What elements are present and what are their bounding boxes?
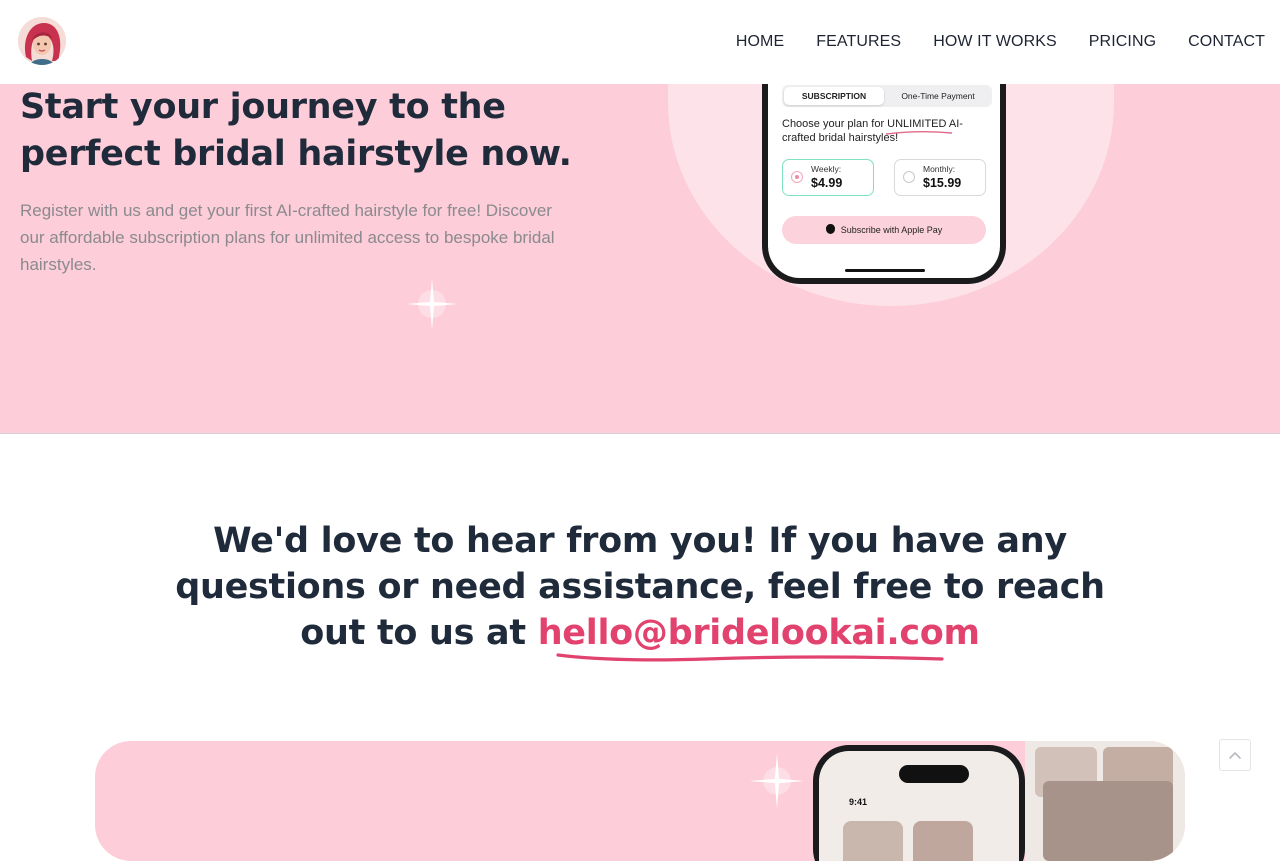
hero-title: Start your journey to the perfect bridal… — [20, 87, 572, 174]
plan-underline — [885, 131, 953, 135]
app-preview-card: 9:41 — [95, 741, 1185, 861]
hairstyle-thumbnail — [913, 821, 973, 861]
phone-mockup-preview: 9:41 — [813, 745, 1025, 861]
weekly-radio[interactable] — [791, 171, 803, 183]
main-nav: HOME FEATURES HOW IT WORKS PRICING CONTA… — [736, 0, 1265, 84]
monthly-radio[interactable] — [903, 171, 915, 183]
tab-one-time-payment[interactable]: One-Time Payment — [886, 87, 990, 105]
tab-subscription[interactable]: SUBSCRIPTION — [784, 87, 884, 105]
hero-section: Start your journey to the perfect bridal… — [0, 84, 1280, 433]
subscribe-apple-pay-button[interactable]: Subscribe with Apple Pay — [782, 216, 986, 244]
phone-screen: SUBSCRIPTION One-Time Payment Choose you… — [768, 84, 1000, 278]
sparkle-icon — [406, 278, 458, 330]
phone-preview-screen: 9:41 — [819, 751, 1019, 861]
back-to-top-button[interactable] — [1219, 739, 1251, 771]
weekly-plan-card[interactable]: Weekly: $4.99 — [782, 159, 874, 196]
nav-features[interactable]: FEATURES — [816, 33, 901, 51]
contact-email-link[interactable]: hello@bridelookai.com — [538, 613, 980, 653]
payment-tabs: SUBSCRIPTION One-Time Payment — [782, 85, 992, 107]
monthly-label: Monthly: — [923, 164, 956, 174]
avatar-logo-icon[interactable] — [18, 17, 66, 65]
monthly-plan-card[interactable]: Monthly: $15.99 — [894, 159, 986, 196]
hairstyle-photo — [1043, 781, 1173, 861]
site-header: HOME FEATURES HOW IT WORKS PRICING CONTA… — [0, 0, 1280, 84]
monthly-price: $15.99 — [923, 176, 962, 190]
nav-contact[interactable]: CONTACT — [1188, 33, 1265, 51]
section-divider — [0, 433, 1280, 434]
nav-pricing[interactable]: PRICING — [1089, 33, 1156, 51]
dynamic-island — [899, 765, 969, 783]
apple-icon — [825, 224, 835, 234]
sparkle-icon — [749, 753, 805, 809]
chevron-up-icon — [1229, 752, 1241, 759]
hairstyle-thumbnail — [843, 821, 903, 861]
subscribe-label: Subscribe with Apple Pay — [840, 225, 943, 235]
nav-home[interactable]: HOME — [736, 33, 784, 51]
phone-mockup: SUBSCRIPTION One-Time Payment Choose you… — [762, 84, 1006, 284]
hairstyle-photo-stack — [1025, 741, 1185, 861]
contact-message: We'd love to hear from you! If you have … — [140, 518, 1140, 656]
weekly-label: Weekly: — [811, 164, 842, 174]
email-underline — [556, 653, 944, 662]
phone-time: 9:41 — [849, 797, 868, 807]
nav-how-it-works[interactable]: HOW IT WORKS — [933, 33, 1057, 51]
home-indicator — [845, 269, 925, 272]
hero-description: Register with us and get your first AI-c… — [20, 201, 555, 274]
weekly-price: $4.99 — [811, 176, 843, 190]
